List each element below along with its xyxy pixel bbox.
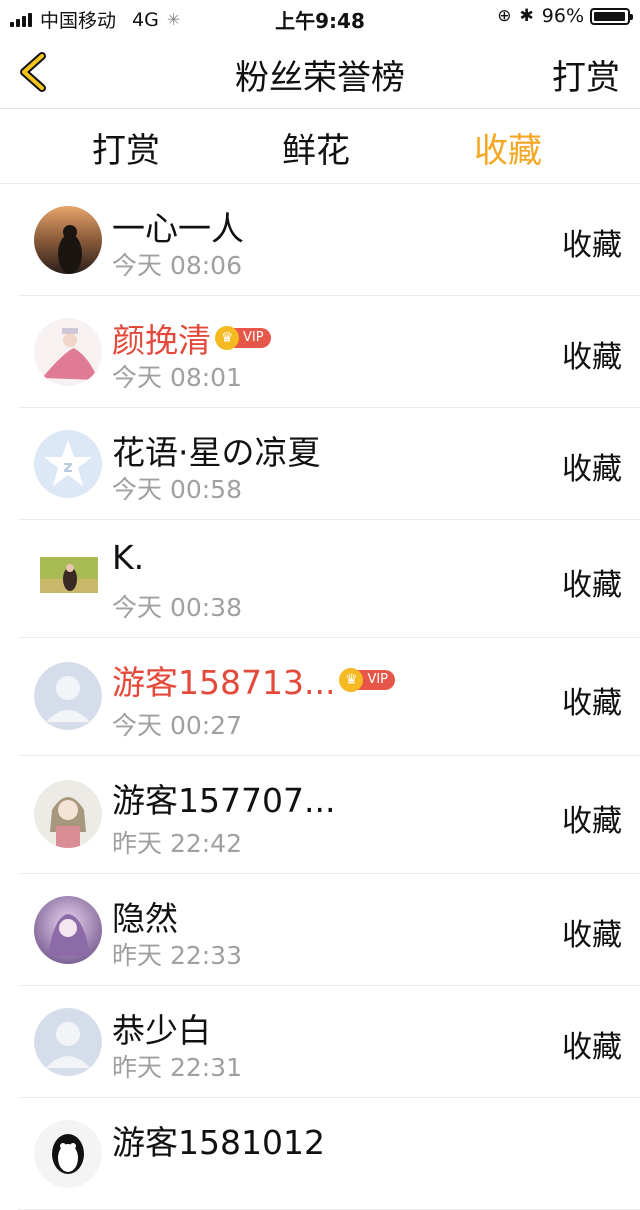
- bluetooth-icon: ✱: [519, 6, 534, 26]
- avatar: [34, 318, 102, 386]
- action-label: 收藏: [562, 452, 622, 487]
- svg-text:z: z: [63, 457, 72, 476]
- user-name: 游客1581012: [112, 1123, 325, 1162]
- list-item[interactable]: 恭少白 昨天 22:31 收藏: [18, 986, 640, 1098]
- list-item[interactable]: 游客1581012: [18, 1098, 640, 1210]
- action-label: 收藏: [562, 1030, 622, 1065]
- status-bar: 中国移动 4G ✳ 上午9:48 ⊕ ✱ 96%: [0, 0, 640, 36]
- list-item[interactable]: 颜挽清 ♛ VIP 今天 08:01 收藏: [18, 296, 640, 408]
- status-right: ⊕ ✱ 96%: [497, 5, 633, 27]
- action-label: 收藏: [562, 228, 622, 263]
- avatar: [34, 780, 102, 848]
- list-item[interactable]: 隐然 昨天 22:33 收藏: [18, 874, 640, 986]
- list-item[interactable]: 游客158713... ♛ VIP 今天 00:27 收藏: [18, 638, 640, 756]
- crown-icon: ♛: [215, 326, 239, 350]
- orientation-lock-icon: ⊕: [497, 6, 512, 26]
- tab-favorites[interactable]: 收藏: [474, 123, 542, 172]
- timestamp: 昨天 22:33: [112, 941, 242, 970]
- page-title: 粉丝荣誉榜: [235, 58, 405, 98]
- list-item[interactable]: K. 今天 00:38 收藏: [18, 520, 640, 638]
- vip-badge: ♛ VIP: [215, 326, 271, 350]
- timestamp: 今天 00:58: [112, 475, 242, 504]
- battery-percent: 96%: [541, 5, 584, 27]
- timestamp: 今天 00:27: [112, 711, 242, 740]
- tab-reward[interactable]: 打赏: [92, 123, 160, 172]
- avatar: [34, 662, 102, 730]
- avatar: [40, 557, 98, 593]
- timestamp: 昨天 22:42: [112, 829, 242, 858]
- user-name: 一心一人: [112, 209, 244, 248]
- avatar: [34, 896, 102, 964]
- user-name: 花语·星の凉夏: [112, 433, 321, 472]
- tab-bar: 打赏 鲜花 收藏: [0, 109, 640, 184]
- action-label: 收藏: [562, 340, 622, 375]
- action-label: 收藏: [562, 568, 622, 603]
- avatar: [34, 206, 102, 274]
- avatar: [34, 1120, 102, 1188]
- nav-bar: 粉丝荣誉榜 打赏: [0, 36, 640, 109]
- user-name: K.: [112, 538, 145, 577]
- timestamp: 昨天 22:31: [112, 1053, 242, 1082]
- user-name: 游客157707...: [112, 781, 336, 820]
- user-name: 游客158713... ♛ VIP: [112, 656, 396, 704]
- timestamp: 今天 00:38: [112, 593, 242, 622]
- action-label: 收藏: [562, 918, 622, 953]
- reward-button[interactable]: 打赏: [552, 50, 620, 99]
- timestamp: 今天 08:06: [112, 251, 242, 280]
- user-name: 恭少白: [112, 1011, 211, 1050]
- action-label: 收藏: [562, 804, 622, 839]
- list-item[interactable]: z 花语·星の凉夏 今天 00:58 收藏: [18, 408, 640, 520]
- tab-flowers[interactable]: 鲜花: [282, 123, 350, 172]
- list-item[interactable]: 游客157707... 昨天 22:42 收藏: [18, 756, 640, 874]
- list-item[interactable]: 一心一人 今天 08:06 收藏: [18, 184, 640, 296]
- vip-badge: ♛ VIP: [339, 668, 396, 692]
- avatar: z: [34, 430, 102, 498]
- user-name: 隐然: [112, 899, 178, 938]
- timestamp: 今天 08:01: [112, 363, 242, 392]
- battery-fill: [594, 11, 625, 21]
- avatar: [34, 1008, 102, 1076]
- fan-list: 一心一人 今天 08:06 收藏 颜挽清 ♛ VIP 今天 08:01 收藏 z…: [0, 184, 640, 1210]
- user-name: 颜挽清 ♛ VIP: [112, 314, 271, 362]
- battery-icon: [590, 7, 633, 25]
- action-label: 收藏: [562, 686, 622, 721]
